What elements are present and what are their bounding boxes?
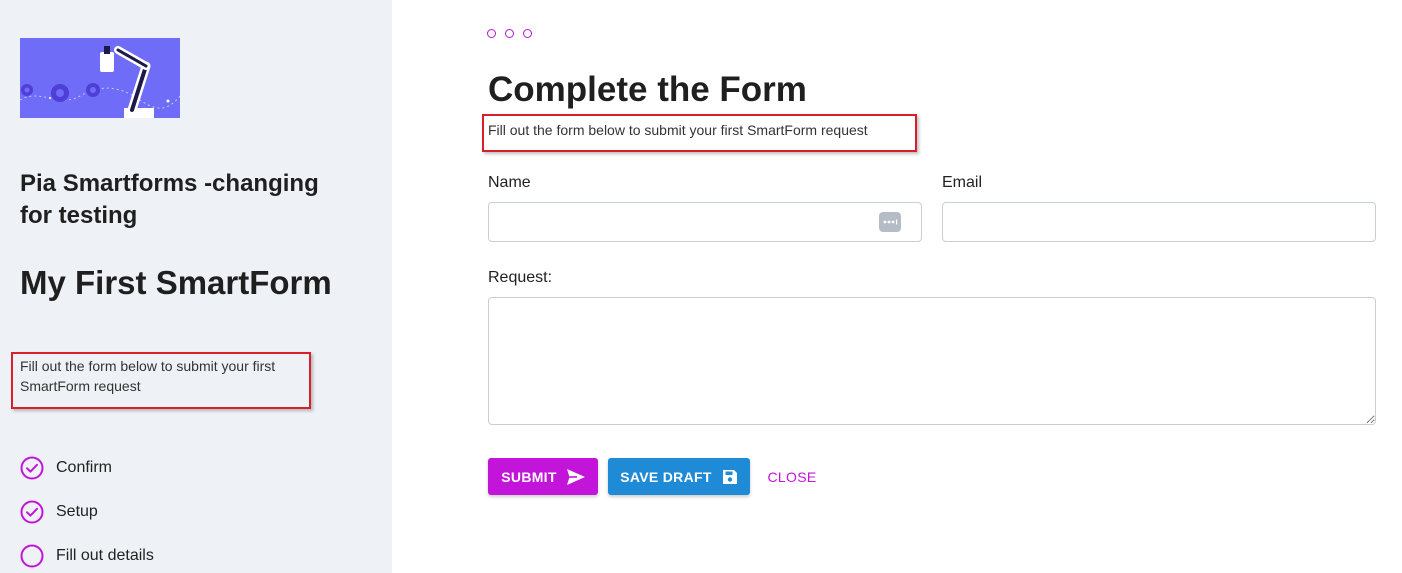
request-label: Request: xyxy=(488,269,553,286)
step-label: Fill out details xyxy=(56,547,154,564)
step-label: Confirm xyxy=(56,459,113,476)
close-button[interactable]: CLOSE xyxy=(760,458,824,495)
sidebar-description-highlight xyxy=(11,352,311,409)
loading-dots-indicator xyxy=(487,29,532,38)
page-title: Complete the Form xyxy=(488,70,807,109)
save-draft-button-label: SAVE DRAFT xyxy=(620,468,712,485)
app-title: Pia Smartforms -changing for testing xyxy=(20,170,319,229)
password-manager-icon[interactable] xyxy=(879,212,901,232)
check-circle-icon xyxy=(20,456,44,480)
submit-button-label: SUBMIT xyxy=(501,468,557,485)
page-description-highlight xyxy=(482,114,917,152)
dot xyxy=(487,29,496,38)
logo xyxy=(20,38,180,118)
submit-button[interactable]: SUBMIT xyxy=(488,458,598,495)
request-textarea[interactable] xyxy=(488,297,1376,425)
dot xyxy=(523,29,532,38)
steps-list: Confirm Setup Fill out details xyxy=(20,446,154,573)
sidebar: Pia Smartforms -changing for testing My … xyxy=(0,0,392,573)
floppy-disk-icon xyxy=(722,469,738,485)
save-draft-button[interactable]: SAVE DRAFT xyxy=(608,458,750,495)
check-circle-icon xyxy=(20,500,44,524)
step-confirm[interactable]: Confirm xyxy=(20,446,154,490)
step-fill-out-details[interactable]: Fill out details xyxy=(20,534,154,573)
email-input[interactable] xyxy=(942,202,1376,242)
send-icon xyxy=(566,468,585,485)
form-title: My First SmartForm xyxy=(20,264,332,301)
email-label: Email xyxy=(942,174,983,191)
step-setup[interactable]: Setup xyxy=(20,490,154,534)
name-label: Name xyxy=(488,174,531,191)
dot xyxy=(505,29,514,38)
empty-circle-icon xyxy=(20,544,44,568)
name-input[interactable] xyxy=(488,202,922,242)
step-label: Setup xyxy=(56,503,98,520)
